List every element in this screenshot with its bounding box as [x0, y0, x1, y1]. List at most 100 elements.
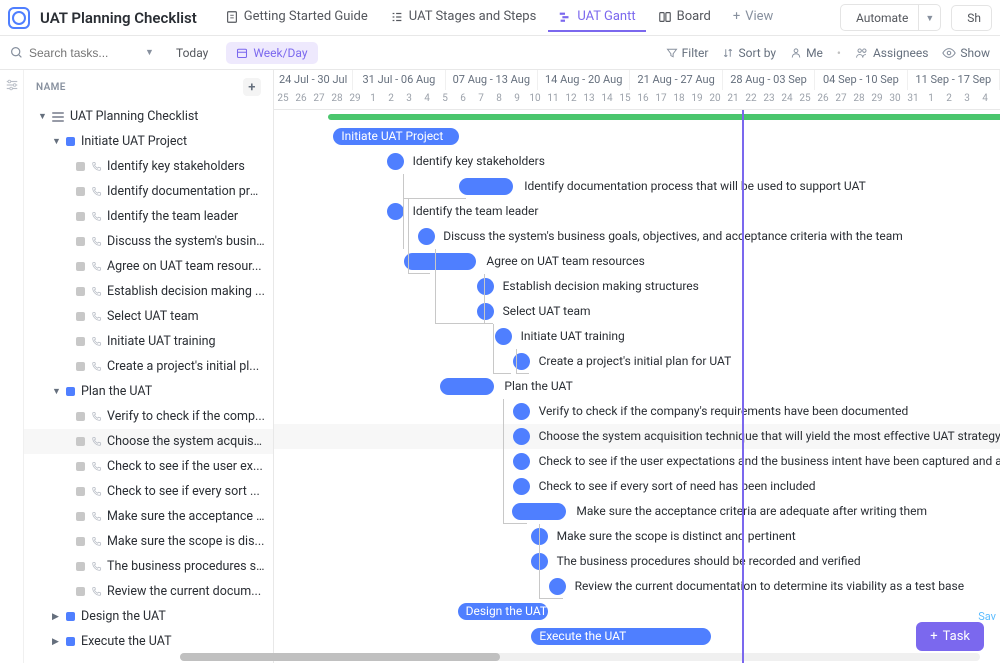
tree-row[interactable]: Create a project's initial pl...	[24, 354, 273, 379]
tree-row[interactable]: Verify to check if the comp...	[24, 404, 273, 429]
tab-getting-started-guide[interactable]: Getting Started Guide	[215, 3, 378, 32]
milestone-bar[interactable]	[387, 153, 404, 170]
gantt-row[interactable]: Create a project's initial plan for UAT	[274, 349, 1000, 374]
tree-row[interactable]: Check to see if every sort ...	[24, 479, 273, 504]
expand-arrow-icon[interactable]	[52, 637, 62, 647]
gantt-bar[interactable]: Initiate UAT Project	[333, 128, 459, 145]
status-square-icon	[66, 637, 75, 646]
tab-board[interactable]: Board	[648, 3, 721, 32]
chevron-down-icon[interactable]: ▼	[145, 47, 154, 58]
status-square-icon	[76, 512, 85, 521]
gantt-area[interactable]: 24 Jul - 30 Jul31 Jul - 06 Aug07 Aug - 1…	[274, 70, 1000, 663]
tree-row[interactable]: Agree on UAT team resour...	[24, 254, 273, 279]
day-header-cell: 9	[508, 90, 526, 109]
gantt-row[interactable]: Initiate UAT Project	[274, 124, 1000, 149]
tab-icon	[390, 10, 404, 24]
subtask-icon	[91, 336, 107, 347]
tree-row[interactable]: Make sure the acceptance ...	[24, 504, 273, 529]
expand-arrow-icon[interactable]	[52, 386, 62, 397]
tree-row[interactable]: Make sure the scope is dis...	[24, 529, 273, 554]
filter-button[interactable]: Filter	[666, 46, 709, 60]
tree-row[interactable]: Identify the team leader	[24, 204, 273, 229]
status-square-icon	[76, 537, 85, 546]
gantt-bar[interactable]: Design the UAT	[458, 603, 548, 620]
gantt-bar[interactable]: Execute the UAT	[531, 628, 711, 645]
tree-row[interactable]: Review the current docum...	[24, 579, 273, 604]
tree-row[interactable]: Initiate UAT training	[24, 329, 273, 354]
day-header-cell: 26	[814, 90, 832, 109]
expand-arrow-icon[interactable]	[52, 612, 62, 622]
task-label: Identify the team leader	[107, 209, 238, 224]
tree-row[interactable]: Establish decision making ...	[24, 279, 273, 304]
tree-row[interactable]: Initiate UAT Project	[24, 129, 273, 154]
search-input[interactable]	[29, 46, 139, 60]
tree-row[interactable]: Identify documentation pro...	[24, 179, 273, 204]
bar-label: Identify documentation process that will…	[524, 178, 866, 195]
me-button[interactable]: Me	[790, 46, 823, 60]
tab-label: Board	[677, 9, 711, 24]
tree-row[interactable]: Plan the UAT	[24, 379, 273, 404]
gantt-row[interactable]: Identify documentation process that will…	[274, 174, 1000, 199]
subtask-icon	[91, 211, 107, 222]
automate-button[interactable]: Automate	[840, 4, 919, 31]
gantt-row[interactable]: Execute the UAT	[274, 624, 1000, 649]
dependency-line	[484, 274, 493, 324]
dependency-line	[403, 174, 405, 249]
subtask-icon	[91, 311, 107, 322]
tab-uat-gantt[interactable]: UAT Gantt	[548, 3, 645, 32]
tree-row[interactable]: Identify key stakeholders	[24, 154, 273, 179]
tree-row[interactable]: The business procedures s...	[24, 554, 273, 579]
tree-row[interactable]: Discuss the system's busin...	[24, 229, 273, 254]
add-task-button[interactable]: +	[243, 78, 261, 96]
new-task-fab[interactable]: + Task	[916, 622, 984, 651]
gantt-row[interactable]: The business procedures should be record…	[274, 549, 1000, 574]
gantt-row[interactable]: Make sure the scope is distinct and pert…	[274, 524, 1000, 549]
sort-icon	[722, 47, 734, 59]
dependency-line	[403, 174, 466, 199]
expand-arrow-icon[interactable]	[52, 136, 62, 147]
gantt-row[interactable]: Discuss the system's business goals, obj…	[274, 224, 1000, 249]
tree-row[interactable]: Check to see if the user ex...	[24, 454, 273, 479]
gantt-row[interactable]: Identify key stakeholders	[274, 149, 1000, 174]
automate-caret-button[interactable]: ▼	[919, 4, 941, 31]
add-view-button[interactable]: +View	[723, 3, 784, 32]
zoom-mode-button[interactable]: Week/Day	[226, 42, 317, 64]
chevron-down-icon: ▼	[925, 14, 934, 24]
gantt-row[interactable]: Initiate UAT training	[274, 324, 1000, 349]
gantt-row[interactable]: Make sure the acceptance criteria are ad…	[274, 499, 1000, 524]
gantt-row[interactable]: Review the current documentation to dete…	[274, 574, 1000, 599]
show-button[interactable]: Show	[942, 46, 990, 60]
tab-uat-stages-and-steps[interactable]: UAT Stages and Steps	[380, 3, 547, 32]
share-button[interactable]: Sh	[951, 5, 992, 31]
gantt-row[interactable]: Check to see if the user expectations an…	[274, 449, 1000, 474]
app-logo-icon[interactable]	[8, 7, 30, 29]
gantt-row[interactable]: Establish decision making structures	[274, 274, 1000, 299]
sidebar-settings-handle[interactable]	[0, 70, 24, 663]
gantt-row[interactable]	[274, 114, 1000, 124]
tree-row[interactable]: Execute the UAT	[24, 629, 273, 654]
status-square-icon	[76, 337, 85, 346]
plus-icon: +	[930, 629, 937, 644]
gantt-row[interactable]: Design the UAT	[274, 599, 1000, 624]
dependency-line	[503, 399, 526, 524]
gantt-row[interactable]: Plan the UAT	[274, 374, 1000, 399]
scrollbar-thumb[interactable]	[180, 653, 500, 661]
gantt-row[interactable]: Agree on UAT team resources	[274, 249, 1000, 274]
tree-row[interactable]: Choose the system acquisi...	[24, 429, 273, 454]
gantt-bar[interactable]	[459, 178, 513, 195]
assignees-button[interactable]: Assignees	[855, 46, 928, 60]
gantt-row[interactable]: Check to see if every sort of need has b…	[274, 474, 1000, 499]
horizontal-scrollbar[interactable]	[180, 653, 980, 661]
expand-arrow-icon[interactable]	[38, 111, 48, 122]
gantt-row[interactable]: Choose the system acquisition technique …	[274, 424, 1000, 449]
gantt-row[interactable]: Identify the team leader	[274, 199, 1000, 224]
tree-row[interactable]: UAT Planning Checklist	[24, 104, 273, 129]
tree-row[interactable]: Select UAT team	[24, 304, 273, 329]
gantt-row[interactable]: Verify to check if the company's require…	[274, 399, 1000, 424]
gantt-row[interactable]: Select UAT team	[274, 299, 1000, 324]
sortby-button[interactable]: Sort by	[722, 46, 776, 60]
automate-label: Automate	[856, 11, 908, 25]
today-button[interactable]: Today	[168, 42, 216, 64]
gantt-bar[interactable]	[440, 378, 494, 395]
tree-row[interactable]: Design the UAT	[24, 604, 273, 629]
